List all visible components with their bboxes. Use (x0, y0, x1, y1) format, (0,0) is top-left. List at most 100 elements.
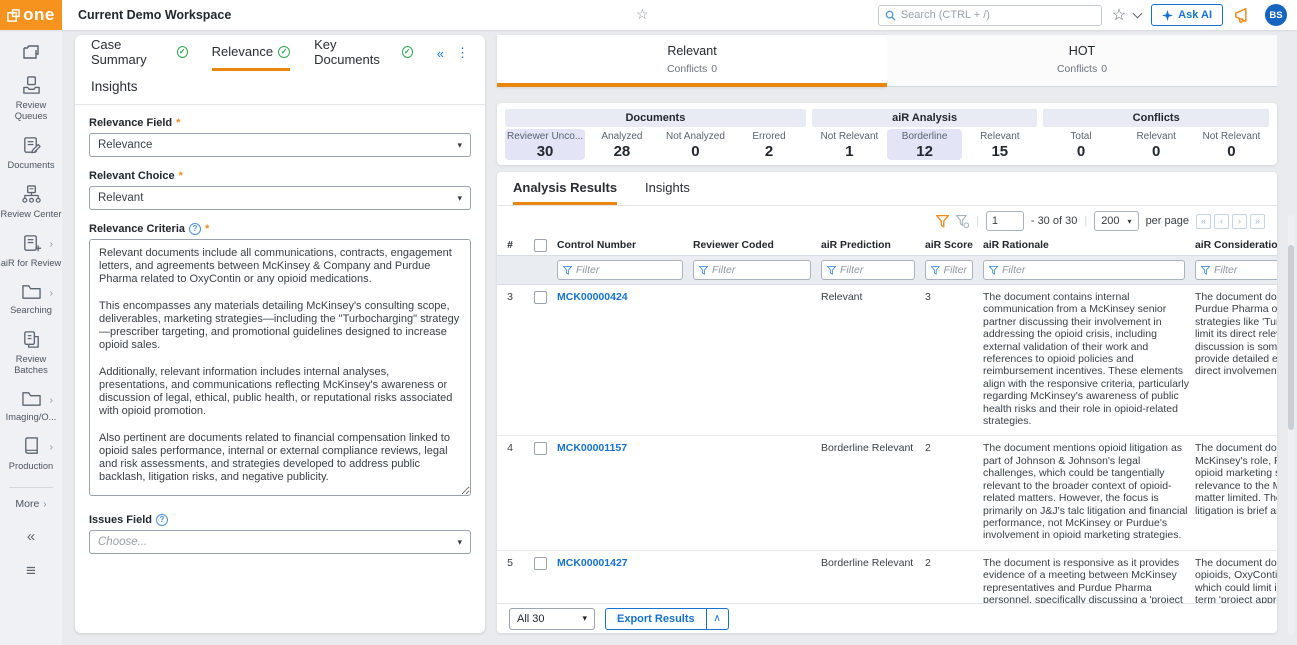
stat-conflicts-relevant[interactable]: Relevant 0 (1119, 129, 1194, 160)
global-search[interactable] (878, 5, 1102, 26)
user-avatar[interactable]: BS (1265, 4, 1287, 26)
chevron-right-icon: › (50, 395, 53, 406)
prev-page-button[interactable]: ‹ (1214, 214, 1229, 229)
review-queues-icon (21, 75, 42, 96)
next-page-button[interactable]: › (1232, 214, 1247, 229)
search-input[interactable] (901, 9, 1095, 21)
selected-value: Relevance (98, 139, 152, 151)
issues-field-select[interactable]: Choose... ▾ (89, 530, 471, 554)
funnel-icon (1201, 266, 1210, 275)
chevron-down-icon (1133, 8, 1143, 18)
stat-relevant[interactable]: Relevant 15 (962, 129, 1037, 160)
menu-hamburger-icon[interactable]: ≡ (26, 561, 36, 581)
sidebar-item-review-center[interactable]: Review Center (0, 184, 62, 220)
sidebar-item-review-batches[interactable]: Review Batches (0, 329, 62, 376)
select-all-checkbox[interactable] (534, 239, 547, 252)
review-batches-icon (21, 329, 42, 350)
stats-group-conflicts: Conflicts Total 0 Relevant 0 Not Relevan… (1043, 109, 1269, 159)
stat-conflicts-total[interactable]: Total 0 (1043, 129, 1118, 160)
help-icon[interactable]: ? (156, 514, 168, 526)
sidebar-more-button[interactable]: More› (15, 498, 46, 510)
selection-scope-select[interactable]: All 30 ▾ (509, 608, 595, 630)
stat-not-analyzed[interactable]: Not Analyzed 0 (659, 129, 733, 160)
filter-input-air-consideration[interactable]: Filter (1195, 260, 1277, 280)
sidebar-divider (9, 487, 53, 488)
control-number-link[interactable]: MCK00001427 (557, 557, 628, 569)
tab-analysis-results[interactable]: Analysis Results (513, 172, 617, 205)
help-icon[interactable]: ? (189, 223, 201, 235)
kebab-menu-icon[interactable]: ⋮ (456, 45, 469, 61)
production-icon (22, 436, 41, 457)
control-number-link[interactable]: MCK00001157 (557, 442, 627, 454)
ask-ai-button[interactable]: Ask AI (1151, 4, 1223, 26)
favorites-menu[interactable]: ☆ (1112, 5, 1141, 25)
stat-conflicts-not-relevant[interactable]: Not Relevant 0 (1194, 129, 1269, 160)
funnel-icon (699, 266, 708, 275)
col-header-air-score[interactable]: aiR Score (925, 240, 983, 251)
col-header-air-prediction[interactable]: aiR Prediction (821, 240, 925, 251)
filter-icon[interactable] (936, 215, 949, 228)
vertical-scrollbar[interactable] (1288, 215, 1294, 635)
filter-input-control-number[interactable]: Filter (557, 260, 683, 280)
scrollbar-thumb[interactable] (1288, 245, 1294, 430)
sidebar-item-documents[interactable]: Documents (0, 135, 62, 171)
favorite-star-icon[interactable]: ☆ (636, 6, 649, 23)
stat-analyzed[interactable]: Analyzed 28 (585, 129, 659, 160)
row-checkbox[interactable] (534, 557, 547, 570)
tab-case-summary[interactable]: Case Summary ✓ (91, 35, 188, 71)
insights-link[interactable]: Insights (75, 71, 485, 105)
megaphone-icon[interactable] (1233, 5, 1255, 25)
col-header-control-number[interactable]: Control Number (557, 240, 693, 251)
collapse-panel-icon[interactable]: « (437, 46, 444, 61)
first-page-button[interactable]: « (1196, 214, 1211, 229)
air-prediction-cell: Relevant (821, 291, 925, 427)
col-header-reviewer-coded[interactable]: Reviewer Coded (693, 240, 821, 251)
row-checkbox[interactable] (534, 291, 547, 304)
range-text: - 30 of 30 (1031, 215, 1077, 227)
relevance-criteria-textarea[interactable]: Relevant documents include all communica… (89, 239, 471, 496)
relevance-field-label: Relevance Field* (89, 117, 471, 129)
stat-borderline[interactable]: Borderline 12 (887, 129, 962, 160)
sidebar-item-imaging[interactable]: › Imaging/O... (0, 389, 62, 423)
col-header-air-consideration[interactable]: aiR Consideration (1195, 240, 1277, 251)
collapse-sidebar-icon[interactable]: « (27, 528, 35, 545)
stat-not-relevant[interactable]: Not Relevant 1 (812, 129, 887, 160)
row-checkbox[interactable] (534, 442, 547, 455)
filter-input-air-rationale[interactable]: Filter (983, 260, 1185, 280)
control-number-link[interactable]: MCK00000424 (557, 291, 628, 303)
queue-tab-conflicts: Conflicts0 (887, 63, 1277, 75)
col-header-air-rationale[interactable]: aiR Rationale (983, 240, 1195, 251)
caret-down-icon: ▾ (457, 193, 462, 204)
sidebar-item-review-queues[interactable]: Review Queues (0, 75, 62, 122)
star-icon: ☆ (1112, 5, 1126, 25)
queue-tab-hot[interactable]: HOT Conflicts0 (887, 35, 1277, 87)
col-header-num[interactable]: # (497, 240, 523, 251)
clear-filter-icon[interactable] (956, 215, 969, 228)
complete-check-icon: ✓ (177, 46, 188, 58)
filter-input-air-prediction[interactable]: Filter (821, 260, 915, 280)
filter-input-air-score[interactable]: Filter (925, 260, 973, 280)
filter-input-reviewer-coded[interactable]: Filter (693, 260, 811, 280)
queue-tab-relevant[interactable]: Relevant Conflicts0 (497, 35, 887, 87)
tab-key-documents[interactable]: Key Documents ✓ (314, 35, 413, 71)
sidebar-item-workspace[interactable] (0, 42, 62, 62)
page-number-input[interactable] (986, 211, 1024, 231)
avatar-initials: BS (1269, 10, 1282, 21)
relevant-choice-select[interactable]: Relevant ▾ (89, 186, 471, 210)
relativity-one-logo[interactable]: one (0, 0, 62, 30)
analysis-region: Relevant Conflicts0 HOT Conflicts0 Docum… (497, 35, 1277, 633)
review-queue-tabs: Relevant Conflicts0 HOT Conflicts0 (497, 35, 1277, 87)
export-options-caret[interactable]: ∧ (707, 608, 729, 630)
stat-errored[interactable]: Errored 2 (732, 129, 806, 160)
tab-insights[interactable]: Insights (645, 172, 690, 205)
stat-reviewer-uncoded[interactable]: Reviewer Unco... 30 (505, 129, 585, 160)
relevance-field-select[interactable]: Relevance ▾ (89, 133, 471, 157)
page-size-select[interactable]: 200 ▾ (1094, 211, 1138, 231)
sidebar-item-production[interactable]: › Production (0, 436, 62, 472)
last-page-button[interactable]: » (1250, 214, 1265, 229)
tab-relevance[interactable]: Relevance ✓ (212, 35, 290, 71)
required-asterisk: * (205, 223, 209, 235)
export-results-button[interactable]: Export Results (605, 608, 707, 630)
sidebar-item-searching[interactable]: › Searching (0, 282, 62, 316)
sidebar-item-air-for-review[interactable]: › aiR for Review (0, 233, 62, 269)
